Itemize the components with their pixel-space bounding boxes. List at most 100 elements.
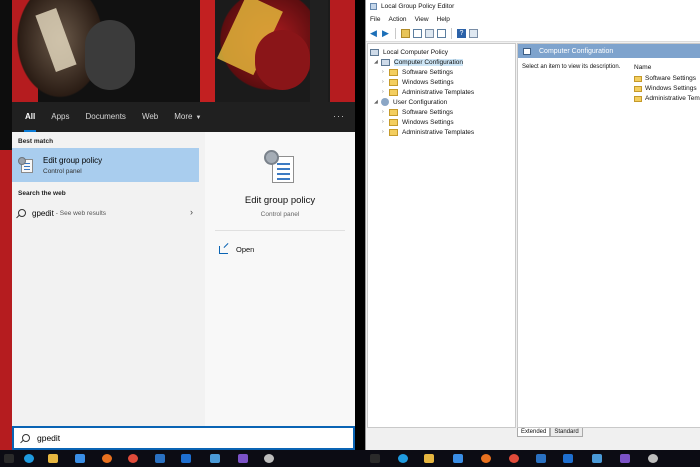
app-icon: [370, 3, 377, 10]
forward-arrow-icon[interactable]: ▶: [381, 29, 390, 38]
toolbar: ◀ ▶ ?: [366, 26, 700, 42]
tree-item-user-administrative-templates[interactable]: › Administrative Templates: [382, 127, 474, 137]
search-input[interactable]: [37, 433, 237, 443]
back-arrow-icon[interactable]: ◀: [369, 29, 378, 38]
file-explorer-icon[interactable]: [48, 454, 58, 463]
tab-extended[interactable]: Extended: [517, 428, 551, 437]
detail-title: Edit group policy: [244, 195, 316, 206]
folder-icon: [389, 68, 398, 76]
taskbar-search-box[interactable]: [12, 426, 355, 450]
tree-item-software-settings[interactable]: › Software Settings: [382, 67, 453, 77]
start-menu-panel: All Apps Documents Web More ▼ ··· Best ma…: [12, 102, 355, 426]
help-icon[interactable]: ?: [457, 29, 466, 38]
toolbar-separator: [395, 28, 396, 39]
store-icon[interactable]: [75, 454, 85, 463]
user-icon: [381, 98, 389, 106]
menu-action[interactable]: Action: [388, 16, 406, 23]
group-policy-editor-window: Local Group Policy Editor File Action Vi…: [365, 0, 700, 450]
taskbar: [0, 450, 700, 467]
folder-icon: [634, 85, 642, 92]
search-results-list: Best match Edit group policy Control pan…: [12, 132, 205, 426]
app-icon[interactable]: [563, 454, 573, 463]
up-folder-icon[interactable]: [401, 29, 410, 38]
folder-icon: [389, 88, 398, 96]
detail-subtitle: Control panel: [260, 211, 300, 218]
best-match-label: Best match: [18, 138, 54, 145]
menu-view[interactable]: View: [415, 16, 429, 23]
description-text: Select an item to view its description.: [522, 64, 621, 70]
mail-icon[interactable]: [536, 454, 546, 463]
show-hide-tree-icon[interactable]: [413, 29, 422, 38]
app-icon[interactable]: [210, 454, 220, 463]
tree-item-administrative-templates[interactable]: › Administrative Templates: [382, 87, 474, 97]
store-icon[interactable]: [453, 454, 463, 463]
tab-more[interactable]: More ▼: [167, 102, 208, 132]
app-icon[interactable]: [620, 454, 630, 463]
settings-gear-icon[interactable]: [264, 454, 274, 463]
settings-gear-icon[interactable]: [648, 454, 658, 463]
menu-bar: File Action View Help: [366, 13, 700, 26]
tab-documents[interactable]: Documents: [78, 102, 132, 132]
expand-arrow-icon[interactable]: ›: [382, 79, 389, 85]
chrome-icon[interactable]: [128, 454, 138, 463]
edge-icon[interactable]: [24, 454, 34, 463]
expand-arrow-icon[interactable]: ›: [382, 129, 389, 135]
app-icon[interactable]: [592, 454, 602, 463]
tab-apps[interactable]: Apps: [44, 102, 76, 132]
web-result-item[interactable]: gpedit - See web results ›: [12, 202, 205, 224]
app-icon[interactable]: [238, 454, 248, 463]
firefox-icon[interactable]: [481, 454, 491, 463]
collapse-arrow-icon[interactable]: ◢: [374, 59, 381, 65]
tree-item-user-windows-settings[interactable]: › Windows Settings: [382, 117, 454, 127]
tab-all[interactable]: All: [18, 102, 42, 132]
start-windows-icon[interactable]: [370, 454, 380, 463]
expand-arrow-icon[interactable]: ›: [382, 119, 389, 125]
computer-icon: [381, 58, 390, 66]
list-item[interactable]: Administrative Tem: [634, 95, 700, 102]
edge-icon[interactable]: [398, 454, 408, 463]
best-match-item[interactable]: Edit group policy Control panel: [12, 148, 199, 182]
properties-icon[interactable]: [425, 29, 434, 38]
search-web-label: Search the web: [18, 190, 66, 197]
file-explorer-icon[interactable]: [424, 454, 434, 463]
menu-help[interactable]: Help: [437, 16, 450, 23]
chrome-icon[interactable]: [509, 454, 519, 463]
chevron-down-icon: ▼: [195, 115, 202, 121]
list-item[interactable]: Software Settings: [634, 75, 696, 82]
folder-icon: [634, 75, 642, 82]
expand-arrow-icon[interactable]: ›: [382, 109, 389, 115]
tree-user-configuration[interactable]: ◢ User Configuration: [374, 97, 447, 107]
open-icon: [219, 245, 228, 254]
mail-icon[interactable]: [155, 454, 165, 463]
tree-item-user-software-settings[interactable]: › Software Settings: [382, 107, 453, 117]
name-column-header[interactable]: Name: [634, 64, 651, 71]
view-icon[interactable]: [469, 29, 478, 38]
folder-icon: [389, 108, 398, 116]
tree-computer-configuration[interactable]: ◢ Computer Configuration: [374, 57, 464, 67]
group-policy-large-icon: [264, 150, 300, 186]
computer-icon: [523, 47, 531, 55]
tree-item-windows-settings[interactable]: › Windows Settings: [382, 77, 454, 87]
expand-arrow-icon[interactable]: ›: [382, 89, 389, 95]
firefox-icon[interactable]: [102, 454, 112, 463]
list-item[interactable]: Windows Settings: [634, 85, 697, 92]
open-action[interactable]: Open: [219, 245, 254, 254]
folder-icon: [389, 78, 398, 86]
ellipsis-icon[interactable]: ···: [333, 111, 345, 121]
menu-file[interactable]: File: [370, 16, 380, 23]
app-icon[interactable]: [181, 454, 191, 463]
web-result-suffix: - See web results: [55, 209, 107, 217]
chevron-right-icon[interactable]: ›: [190, 207, 193, 217]
tab-standard[interactable]: Standard: [550, 428, 583, 437]
tab-web[interactable]: Web: [135, 102, 165, 132]
details-pane: Computer Configuration Select an item to…: [517, 43, 700, 428]
toolbar-separator: [451, 28, 452, 39]
start-windows-icon[interactable]: [4, 454, 14, 463]
tree-root[interactable]: Local Computer Policy: [370, 47, 448, 57]
search-filter-tabs: All Apps Documents Web More ▼ ···: [12, 102, 355, 132]
details-header: Computer Configuration: [518, 44, 700, 58]
expand-arrow-icon[interactable]: ›: [382, 69, 389, 75]
export-list-icon[interactable]: [437, 29, 446, 38]
policy-icon: [370, 48, 379, 56]
collapse-arrow-icon[interactable]: ◢: [374, 99, 381, 105]
